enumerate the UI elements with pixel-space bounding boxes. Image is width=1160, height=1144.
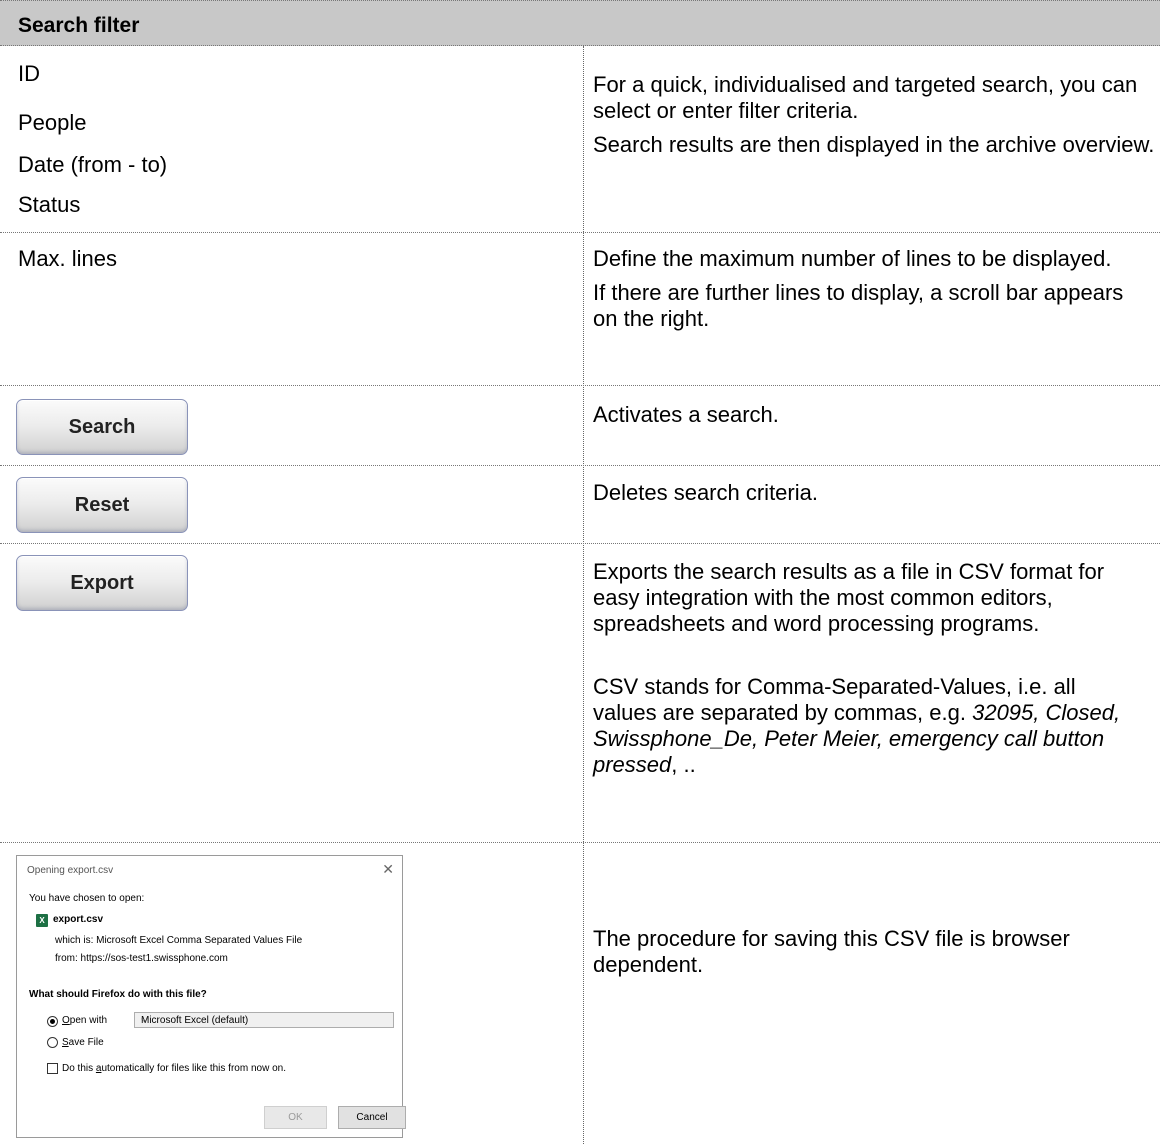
export-button[interactable]: Export	[16, 555, 188, 611]
auto-checkbox-label[interactable]: Do this automatically for files like thi…	[62, 1063, 286, 1074]
filter-label-id: ID	[18, 61, 40, 86]
ok-button[interactable]: OK	[264, 1106, 327, 1129]
reset-description: Deletes search criteria.	[593, 480, 818, 505]
table-header-title: Search filter	[18, 14, 140, 37]
table-header: Search filter	[0, 0, 1160, 46]
export-desc-1: Exports the search results as a file in …	[593, 559, 1105, 636]
save-file-radio[interactable]	[47, 1037, 58, 1048]
document-page: Search filter ID People Date (from - to)…	[0, 0, 1160, 1144]
open-with-select[interactable]: Microsoft Excel (default) ⌵	[134, 1012, 394, 1028]
filters-desc-2: Search results are then displayed in the…	[593, 132, 1155, 157]
reset-button[interactable]: Reset	[16, 477, 188, 533]
filter-label-people: People	[18, 110, 87, 135]
search-description: Activates a search.	[593, 402, 779, 427]
max-lines-desc-1: Define the maximum number of lines to be…	[593, 246, 1112, 271]
search-button[interactable]: Search	[16, 399, 188, 455]
cancel-button[interactable]: Cancel	[338, 1106, 406, 1129]
row-divider	[0, 385, 1160, 386]
dialog-from: from: https://sos-test1.swissphone.com	[55, 953, 228, 964]
filter-label-date: Date (from - to)	[18, 152, 168, 177]
filters-desc-1: For a quick, individualised and targeted…	[593, 72, 1138, 123]
save-file-label[interactable]: Save File	[62, 1037, 104, 1048]
export-description: Exports the search results as a file in …	[593, 559, 1141, 778]
auto-checkbox[interactable]	[47, 1063, 58, 1074]
column-divider	[583, 46, 584, 1144]
export-desc-2-suffix: , ..	[671, 752, 696, 777]
open-with-label-text: pen with	[69, 1015, 108, 1026]
excel-file-icon: X	[36, 914, 48, 927]
chevron-down-icon: ⌵	[141, 1014, 148, 1024]
export-desc-2: CSV stands for Comma-Separated-Values, i…	[593, 674, 1141, 778]
row-divider	[0, 465, 1160, 466]
firefox-open-dialog: Opening export.csv ✕ You have chosen to …	[16, 855, 406, 1138]
dialog-question: What should Firefox do with this file?	[29, 989, 207, 1000]
max-lines-description: Define the maximum number of lines to be…	[593, 246, 1148, 332]
dialog-intro: You have chosen to open:	[29, 893, 145, 904]
filters-description: For a quick, individualised and targeted…	[593, 72, 1158, 158]
close-icon[interactable]: ✕	[382, 861, 394, 878]
dialog-title: Opening export.csv	[27, 865, 114, 876]
max-lines-label: Max. lines	[18, 246, 118, 271]
dialog-filename: export.csv	[53, 914, 104, 925]
filter-label-status: Status	[18, 192, 81, 217]
dialog-which-is: which is: Microsoft Excel Comma Separate…	[55, 935, 303, 946]
row-divider	[0, 543, 1160, 544]
open-with-label[interactable]: Open with	[62, 1015, 107, 1026]
row-divider	[0, 232, 1160, 233]
dialog-row-description: The procedure for saving this CSV file i…	[593, 926, 1070, 977]
open-with-radio[interactable]	[47, 1016, 58, 1027]
row-divider	[0, 842, 1160, 843]
max-lines-desc-2: If there are further lines to display, a…	[593, 280, 1124, 331]
